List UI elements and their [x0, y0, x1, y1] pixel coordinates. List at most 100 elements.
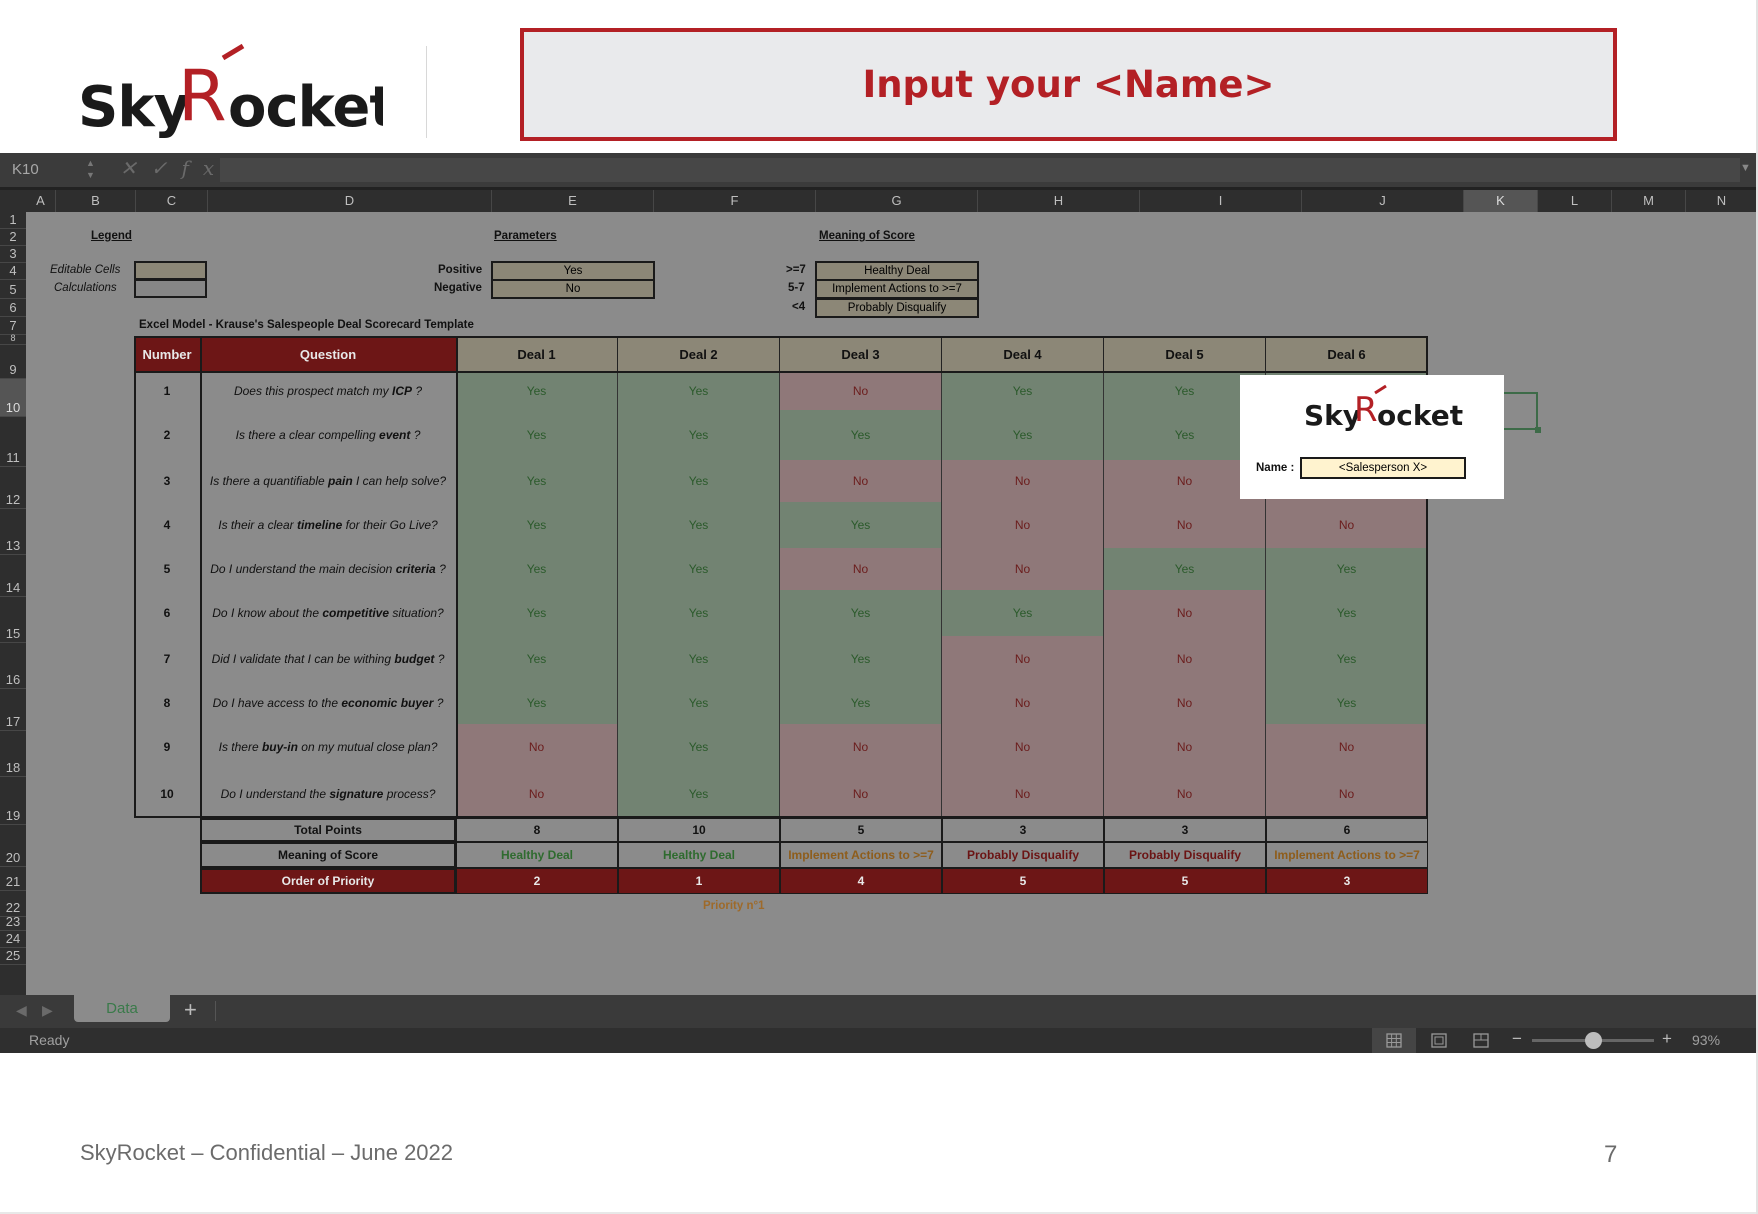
row-header-19[interactable]: 19	[0, 777, 26, 825]
answer-cell[interactable]: Yes	[618, 372, 780, 410]
column-header-i[interactable]: I	[1140, 190, 1302, 212]
answer-cell[interactable]: Yes	[942, 590, 1104, 636]
page-break-view-button[interactable]	[1468, 1028, 1494, 1053]
answer-cell[interactable]: Yes	[618, 682, 780, 724]
column-header-l[interactable]: L	[1538, 190, 1612, 212]
answer-cell[interactable]: Yes	[618, 548, 780, 590]
answer-cell[interactable]: No	[780, 372, 942, 410]
answer-cell[interactable]: Yes	[942, 410, 1104, 460]
answer-cell[interactable]: No	[942, 502, 1104, 548]
row-header-10[interactable]: 10	[0, 379, 26, 417]
answer-cell[interactable]: No	[1104, 502, 1266, 548]
answer-cell[interactable]: Yes	[456, 636, 618, 682]
param-negative-value[interactable]: No	[491, 279, 655, 299]
row-header-16[interactable]: 16	[0, 643, 26, 689]
add-sheet-button[interactable]: +	[184, 997, 197, 1023]
answer-cell[interactable]: No	[942, 636, 1104, 682]
row-header-11[interactable]: 11	[0, 417, 26, 467]
answer-cell[interactable]: No	[1266, 502, 1428, 548]
answer-cell[interactable]: Yes	[780, 410, 942, 460]
answer-cell[interactable]: No	[942, 724, 1104, 770]
sheet-tab-data[interactable]: Data	[74, 995, 170, 1022]
column-header-m[interactable]: M	[1612, 190, 1686, 212]
answer-cell[interactable]: No	[1104, 724, 1266, 770]
row-header-17[interactable]: 17	[0, 689, 26, 731]
check-icon[interactable]: ✓	[151, 156, 182, 180]
row-header-2[interactable]: 2	[0, 229, 26, 246]
row-header-9[interactable]: 9	[0, 345, 26, 379]
answer-cell[interactable]: Yes	[1266, 548, 1428, 590]
normal-view-button[interactable]	[1372, 1028, 1416, 1053]
answer-cell[interactable]: Yes	[618, 460, 780, 502]
row-header-1[interactable]: 1	[0, 212, 26, 229]
column-header-c[interactable]: C	[136, 190, 208, 212]
answer-cell[interactable]: Yes	[618, 590, 780, 636]
answer-cell[interactable]: Yes	[456, 590, 618, 636]
page-layout-view-button[interactable]	[1426, 1028, 1452, 1053]
answer-cell[interactable]: No	[942, 682, 1104, 724]
answer-cell[interactable]: Yes	[456, 548, 618, 590]
tab-prev-icon[interactable]: ◀	[16, 1002, 27, 1019]
answer-cell[interactable]: No	[942, 770, 1104, 818]
row-header-4[interactable]: 4	[0, 263, 26, 280]
inner-name-input[interactable]: <Salesperson X>	[1300, 457, 1466, 479]
answer-cell[interactable]: Yes	[780, 636, 942, 682]
answer-cell[interactable]: Yes	[1266, 590, 1428, 636]
answer-cell[interactable]: No	[780, 770, 942, 818]
sheet-grid[interactable]: Legend Editable Cells Calculations Param…	[26, 212, 1758, 995]
answer-cell[interactable]: No	[1266, 724, 1428, 770]
zoom-in-button[interactable]: +	[1662, 1029, 1672, 1049]
column-header-g[interactable]: G	[816, 190, 978, 212]
row-header-18[interactable]: 18	[0, 731, 26, 777]
answer-cell[interactable]: Yes	[1266, 636, 1428, 682]
column-header-f[interactable]: F	[654, 190, 816, 212]
answer-cell[interactable]: Yes	[618, 636, 780, 682]
name-box-stepper-icon[interactable]: ▲ ▼	[86, 157, 95, 181]
column-header-e[interactable]: E	[492, 190, 654, 212]
formula-input[interactable]	[220, 158, 1740, 182]
row-header-15[interactable]: 15	[0, 597, 26, 643]
answer-cell[interactable]: No	[456, 724, 618, 770]
answer-cell[interactable]: Yes	[456, 502, 618, 548]
answer-cell[interactable]: No	[456, 770, 618, 818]
row-header-14[interactable]: 14	[0, 555, 26, 597]
fill-handle[interactable]	[1535, 427, 1541, 433]
answer-cell[interactable]: Yes	[456, 372, 618, 410]
row-header-21[interactable]: 21	[0, 867, 26, 891]
tab-next-icon[interactable]: ▶	[42, 1002, 53, 1019]
answer-cell[interactable]: Yes	[618, 770, 780, 818]
column-header-h[interactable]: H	[978, 190, 1140, 212]
row-header-3[interactable]: 3	[0, 246, 26, 263]
row-header-12[interactable]: 12	[0, 467, 26, 509]
row-header-6[interactable]: 6	[0, 299, 26, 317]
row-header-25[interactable]: 25	[0, 948, 26, 965]
answer-cell[interactable]: Yes	[1104, 548, 1266, 590]
column-header-a[interactable]: A	[26, 190, 56, 212]
formula-expand-icon[interactable]: ▼	[1740, 162, 1751, 174]
answer-cell[interactable]: No	[780, 548, 942, 590]
answer-cell[interactable]: Yes	[780, 682, 942, 724]
cancel-icon[interactable]: ✕	[120, 156, 151, 180]
answer-cell[interactable]: No	[780, 460, 942, 502]
answer-cell[interactable]: Yes	[942, 372, 1104, 410]
column-header-k[interactable]: K	[1464, 190, 1538, 212]
column-header-d[interactable]: D	[208, 190, 492, 212]
answer-cell[interactable]: Yes	[780, 502, 942, 548]
answer-cell[interactable]: No	[942, 548, 1104, 590]
answer-cell[interactable]: Yes	[780, 590, 942, 636]
param-positive-value[interactable]: Yes	[491, 261, 655, 281]
row-header-13[interactable]: 13	[0, 509, 26, 555]
row-header-8[interactable]: 8	[0, 333, 26, 345]
zoom-knob[interactable]	[1584, 1032, 1602, 1049]
column-header-j[interactable]: J	[1302, 190, 1464, 212]
row-header-20[interactable]: 20	[0, 825, 26, 867]
answer-cell[interactable]: No	[942, 460, 1104, 502]
zoom-out-button[interactable]: −	[1512, 1029, 1522, 1049]
row-header-24[interactable]: 24	[0, 931, 26, 948]
answer-cell[interactable]: No	[1104, 590, 1266, 636]
answer-cell[interactable]: Yes	[618, 502, 780, 548]
row-header-23[interactable]: 23	[0, 914, 26, 931]
answer-cell[interactable]: Yes	[456, 460, 618, 502]
row-header-5[interactable]: 5	[0, 280, 26, 299]
answer-cell[interactable]: Yes	[618, 724, 780, 770]
